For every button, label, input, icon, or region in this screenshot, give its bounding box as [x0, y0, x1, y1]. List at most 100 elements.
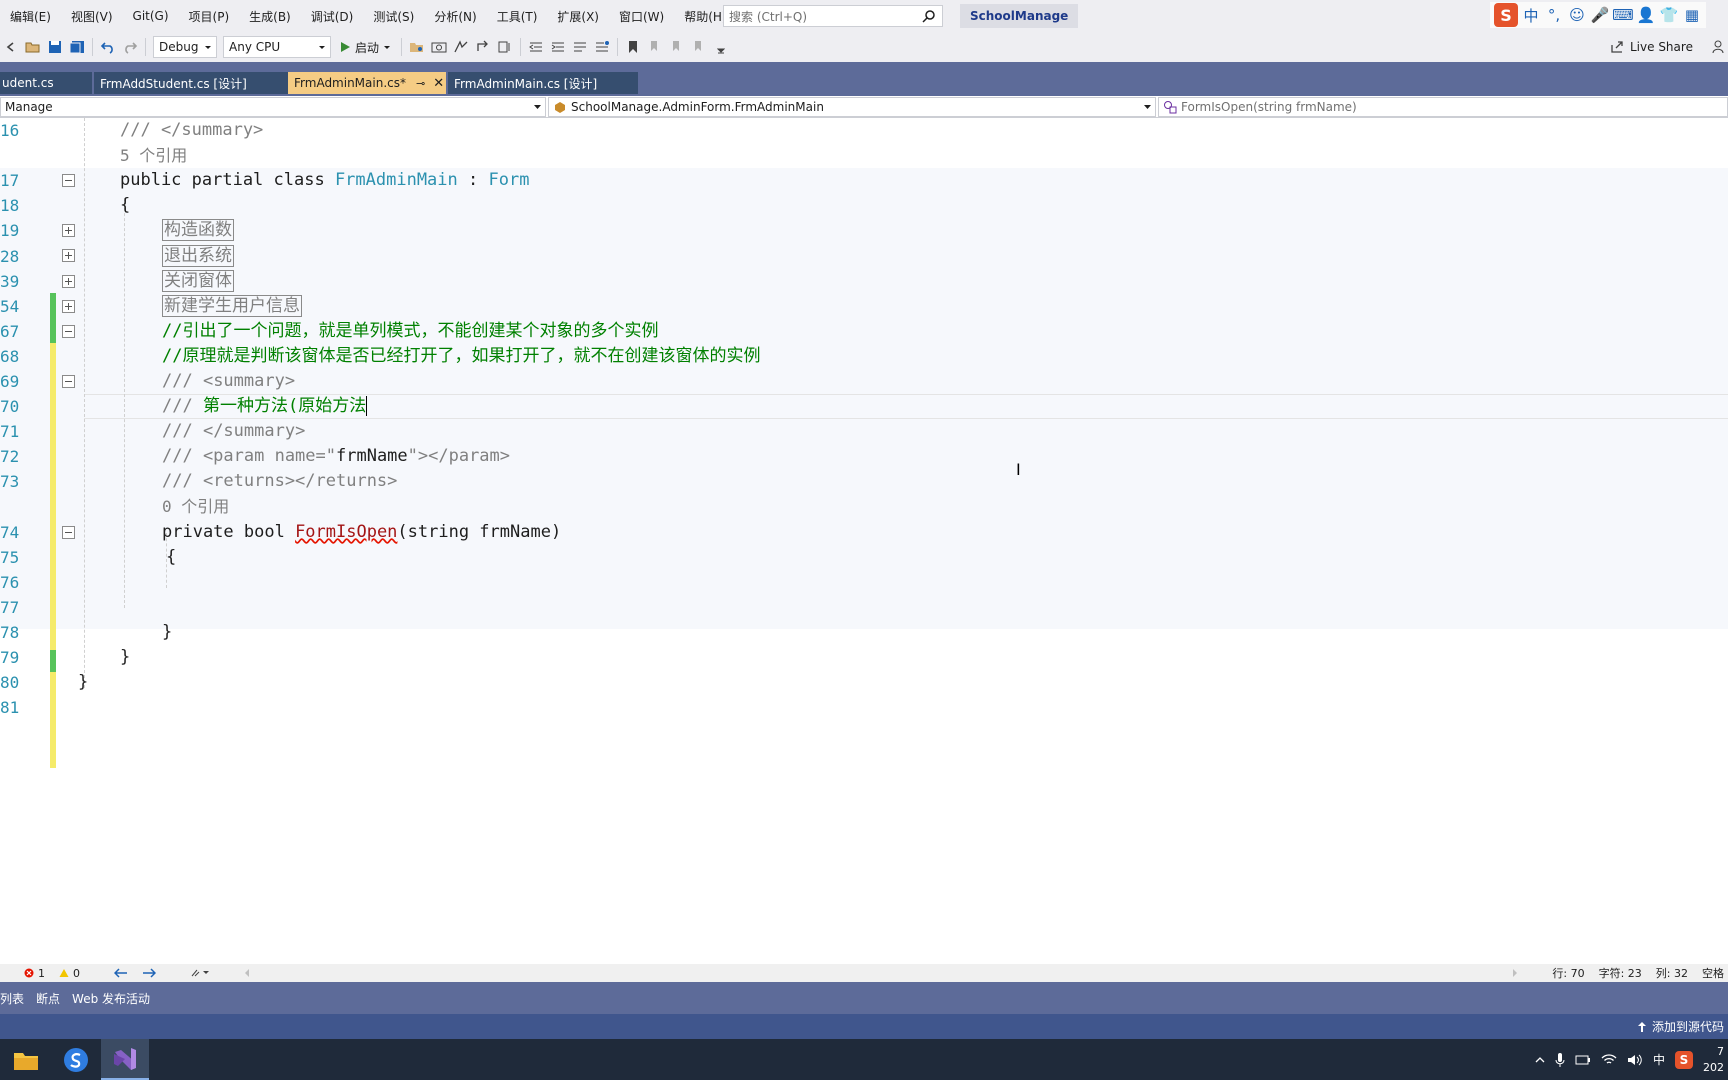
battery-icon[interactable] — [1575, 1053, 1591, 1067]
comment-out-icon[interactable] — [570, 37, 590, 57]
collapse-toggle[interactable] — [62, 325, 75, 338]
collapsed-region[interactable]: 新建学生用户信息 — [162, 295, 302, 317]
prev-bookmark-icon[interactable] — [645, 37, 665, 57]
expand-toggle[interactable] — [62, 300, 75, 313]
pin-icon[interactable]: ⊸ — [416, 77, 425, 90]
step-into-icon[interactable] — [473, 37, 493, 57]
scroll-left-icon[interactable] — [244, 968, 250, 978]
wifi-icon[interactable] — [1601, 1053, 1617, 1067]
collapsed-region[interactable]: 关闭窗体 — [162, 270, 234, 292]
nav-back-icon[interactable] — [1, 37, 21, 57]
menu-git[interactable]: Git(G) — [123, 9, 179, 23]
sogou-logo-icon[interactable]: S — [1494, 3, 1518, 27]
ime-chinese-mode-icon[interactable]: 中 — [1521, 4, 1541, 26]
search-input[interactable]: 搜索 (Ctrl+Q) — [723, 5, 943, 27]
collapse-toggle[interactable] — [62, 174, 75, 187]
menu-test[interactable]: 测试(S) — [363, 8, 424, 25]
expand-toggle[interactable] — [62, 224, 75, 237]
code-lens-references[interactable]: 5 个引用 — [120, 143, 187, 168]
redo-icon[interactable] — [120, 37, 140, 57]
tab-student-cs[interactable]: udent.cs — [0, 72, 92, 94]
code-editor[interactable]: 16 17 18 19 28 39 54 67 68 69 70 71 72 7… — [0, 118, 1728, 964]
sogou-browser-icon[interactable] — [52, 1039, 100, 1080]
solution-platform-dropdown[interactable]: Any CPU — [223, 36, 331, 58]
project-dropdown[interactable]: Manage — [0, 97, 546, 117]
tab-web-publish-activity[interactable]: Web 发布活动 — [66, 990, 156, 1007]
ime-skin-icon[interactable]: 👕 — [1659, 4, 1679, 26]
char-indicator[interactable]: 字符: 23 — [1599, 965, 1642, 981]
menu-extensions[interactable]: 扩展(X) — [547, 8, 609, 25]
doc-tag: /// <param name=" — [162, 446, 336, 466]
collapsed-region[interactable]: 构造函数 — [162, 219, 234, 241]
sogou-tray-icon[interactable]: S — [1675, 1050, 1693, 1069]
bookmark-icon[interactable] — [623, 37, 643, 57]
visual-studio-icon[interactable] — [101, 1039, 149, 1080]
menu-debug[interactable]: 调试(D) — [301, 8, 364, 25]
save-icon[interactable] — [45, 37, 65, 57]
save-all-icon[interactable] — [67, 37, 87, 57]
code-comment: //原理就是判断该窗体是否已经打开了，如果打开了，就不在创建该窗体的实例 — [162, 346, 761, 366]
method-icon — [1164, 101, 1177, 114]
microphone-icon[interactable] — [1555, 1052, 1565, 1068]
collapse-toggle[interactable] — [62, 375, 75, 388]
warning-count[interactable]: 0 — [59, 967, 80, 980]
toolbar-overflow-icon[interactable] — [711, 37, 731, 57]
ime-emoji-icon[interactable]: ☺ — [1567, 4, 1587, 26]
menu-edit[interactable]: 编辑(E) — [0, 8, 61, 25]
class-dropdown[interactable]: SchoolManage.AdminForm.FrmAdminMain — [548, 97, 1156, 117]
col-indicator[interactable]: 列: 32 — [1656, 965, 1688, 981]
ime-indicator[interactable]: 中 — [1653, 1051, 1665, 1068]
open-file-icon[interactable] — [23, 37, 43, 57]
tab-frmaddstudent-designer[interactable]: FrmAddStudent.cs [设计] — [94, 72, 288, 94]
volume-icon[interactable] — [1627, 1053, 1643, 1067]
screenshot-icon[interactable] — [429, 37, 449, 57]
collapsed-region[interactable]: 退出系统 — [162, 245, 234, 267]
ime-user-icon[interactable]: 👤 — [1636, 4, 1656, 26]
indent-icon[interactable] — [548, 37, 568, 57]
navigate-forward-icon[interactable] — [142, 968, 156, 978]
code-lens-references[interactable]: 0 个引用 — [162, 494, 229, 519]
tab-breakpoints[interactable]: 断点 — [30, 990, 66, 1007]
next-bookmark-icon[interactable] — [667, 37, 687, 57]
clear-bookmarks-icon[interactable] — [689, 37, 709, 57]
system-clock[interactable]: 7 202 — [1703, 1044, 1724, 1076]
menu-window[interactable]: 窗口(W) — [609, 8, 674, 25]
expand-toggle[interactable] — [62, 249, 75, 262]
start-debugging-button[interactable]: 启动 — [334, 39, 397, 56]
member-dropdown[interactable]: FormIsOpen(string frmName) — [1158, 97, 1728, 117]
menu-view[interactable]: 视图(V) — [61, 8, 123, 25]
add-to-source-control-button[interactable]: 添加到源代码 — [1637, 1018, 1724, 1035]
solution-configuration-dropdown[interactable]: Debug — [153, 36, 217, 58]
line-indicator[interactable]: 行: 70 — [1552, 965, 1584, 981]
close-icon[interactable]: ✕ — [433, 76, 444, 91]
step-over-icon[interactable] — [495, 37, 515, 57]
tab-frmadminmain-cs[interactable]: FrmAdminMain.cs* ⊸ ✕ — [288, 72, 446, 94]
whitespace-indicator[interactable]: 空格 — [1702, 965, 1724, 981]
expand-toggle[interactable] — [62, 275, 75, 288]
menu-tools[interactable]: 工具(T) — [487, 8, 548, 25]
browse-folder-icon[interactable] — [407, 37, 427, 57]
menu-project[interactable]: 项目(P) — [179, 8, 240, 25]
scroll-right-icon[interactable] — [1512, 968, 1518, 978]
ime-voice-icon[interactable]: 🎤 — [1590, 4, 1610, 26]
show-hidden-icons-icon[interactable] — [1535, 1055, 1545, 1065]
uncomment-icon[interactable] — [592, 37, 612, 57]
navigate-back-icon[interactable] — [114, 968, 128, 978]
ime-toolbox-icon[interactable]: ▦ — [1682, 4, 1702, 26]
solution-name[interactable]: SchoolManage — [960, 4, 1079, 28]
document-tabs: udent.cs FrmAddStudent.cs [设计] FrmAdminM… — [0, 62, 1728, 158]
undo-icon[interactable] — [98, 37, 118, 57]
ime-punctuation-icon[interactable]: °, — [1544, 4, 1564, 26]
live-share-button[interactable]: Live Share — [1610, 32, 1727, 62]
file-explorer-icon[interactable] — [2, 1039, 50, 1080]
menu-build[interactable]: 生成(B) — [239, 8, 301, 25]
tab-frmadminmain-designer[interactable]: FrmAdminMain.cs [设计] — [448, 72, 638, 94]
error-count[interactable]: 1 — [24, 967, 45, 980]
collapse-toggle[interactable] — [62, 526, 75, 539]
code-cleanup-icon[interactable] — [190, 968, 210, 978]
ime-keyboard-icon[interactable]: ⌨ — [1612, 4, 1634, 26]
hot-reload-icon[interactable] — [451, 37, 471, 57]
tab-error-list[interactable]: 列表 — [0, 990, 30, 1007]
outdent-icon[interactable] — [526, 37, 546, 57]
menu-analyze[interactable]: 分析(N) — [424, 8, 486, 25]
